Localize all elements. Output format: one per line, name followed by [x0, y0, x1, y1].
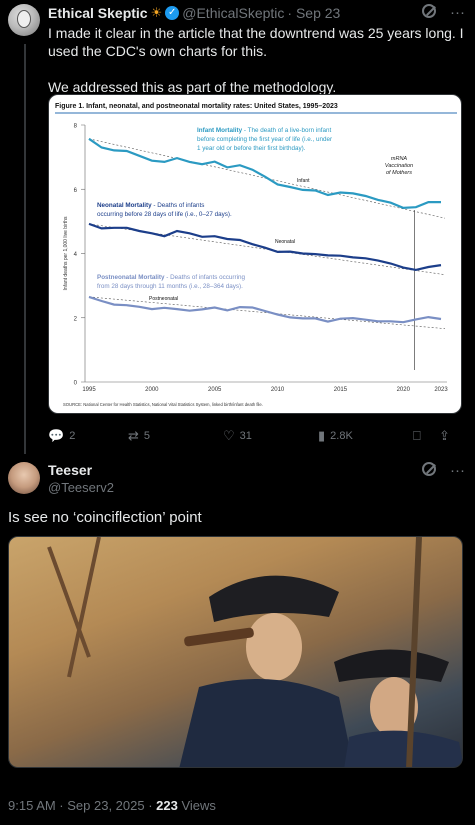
sun-emoji-icon: ☀ — [150, 5, 163, 20]
like-count: 31 — [239, 430, 252, 442]
chart-source: SOURCE: National Center for Health Stati… — [63, 402, 263, 407]
views-count: 223 — [156, 798, 178, 813]
infant-annotation-2: 1 year old or before their first birthda… — [197, 145, 306, 152]
postneonatal-annotation-0: Postneonatal Mortality - Deaths of infan… — [97, 274, 246, 281]
reply-count: 2 — [69, 430, 76, 442]
y-tick-label: 8 — [74, 124, 78, 130]
mrna-label-3: of Mothers — [386, 170, 412, 176]
more-options-icon[interactable]: ··· — [450, 462, 465, 479]
x-tick-label: 2005 — [208, 387, 222, 393]
avatar[interactable] — [8, 462, 40, 494]
verified-badge-icon: ✓ — [165, 6, 180, 20]
chart-title: Figure 1. Infant, neonatal, and postneon… — [55, 103, 338, 110]
postneonatal-annotation-1: from 28 days through 11 months (i.e., 28… — [97, 283, 243, 290]
bookmark-icon: ⎕ — [413, 428, 421, 443]
repost-icon: ⇄ — [128, 428, 139, 443]
like-button[interactable]: ♡ 31 — [223, 428, 318, 444]
share-button[interactable]: ⇪ — [439, 428, 450, 444]
x-tick-label: 2020 — [397, 387, 411, 393]
repost-count: 5 — [143, 430, 151, 442]
grok-icon[interactable] — [422, 4, 436, 18]
tweet-text: I made it clear in the article that the … — [48, 25, 464, 95]
y-tick-label: 0 — [74, 381, 78, 387]
tweet-top-icons: ··· — [422, 462, 465, 479]
mrna-label-2: Vaccination — [385, 163, 413, 169]
painting-illustration — [47, 537, 462, 767]
views-label: Views — [177, 798, 216, 813]
repost-button[interactable]: ⇄ 5 — [128, 428, 223, 444]
reply-icon: 💬 — [48, 428, 65, 443]
timestamp-text: 9:15 AM · Sep 23, 2025 · — [8, 798, 157, 813]
series-label-postneonatal: Postneonatal — [149, 296, 178, 302]
bar-chart-icon: ▮ — [318, 428, 326, 443]
series-label-neonatal: Neonatal — [275, 239, 295, 245]
tweet-text: Is see no ‘coinciflection’ point — [8, 509, 202, 526]
chart-image[interactable]: Figure 1. Infant, neonatal, and postneon… — [48, 94, 462, 414]
trend-line-postneonatal — [88, 296, 446, 329]
thread-line — [24, 44, 26, 454]
x-tick-label: 1995 — [82, 387, 96, 393]
views-button[interactable]: ▮ 2.8K — [318, 428, 413, 444]
y-tick-label: 6 — [74, 188, 78, 194]
mortality-chart: Figure 1. Infant, neonatal, and postneon… — [55, 103, 457, 407]
series-line-postneonatal — [88, 295, 442, 324]
neonatal-annotation-1: occurring before 28 days of life (i.e., … — [97, 211, 232, 218]
infant-annotation-0: Infant Mortality - The death of a live-b… — [197, 127, 332, 134]
post-date[interactable]: · Sep 23 — [287, 5, 340, 21]
display-name[interactable]: Ethical Skeptic — [48, 5, 148, 21]
bookmark-button[interactable]: ⎕ — [413, 428, 439, 444]
painting-image[interactable] — [8, 536, 463, 768]
more-options-icon[interactable]: ··· — [450, 4, 465, 21]
display-name[interactable]: Teeser — [48, 462, 92, 478]
y-axis-label: Infant deaths per 1,000 live births — [63, 216, 69, 290]
y-tick-label: 4 — [74, 252, 78, 258]
handle[interactable]: @EthicalSkeptic — [182, 5, 284, 21]
reply-button[interactable]: 💬 2 — [48, 428, 128, 444]
heart-icon: ♡ — [223, 428, 235, 443]
x-tick-label: 2010 — [271, 387, 285, 393]
y-tick-label: 2 — [74, 316, 78, 322]
x-tick-label: 2000 — [145, 387, 159, 393]
series-line-neonatal — [88, 222, 442, 272]
avatar[interactable] — [8, 4, 40, 36]
views-count: 2.8K — [330, 430, 353, 442]
x-tick-label: 2015 — [334, 387, 348, 393]
neonatal-annotation-0: Neonatal Mortality - Deaths of infants — [97, 202, 204, 209]
infant-annotation-1: before completing the first year of life… — [197, 136, 332, 143]
x-tick-label: 2023 — [434, 387, 448, 393]
post-timestamp[interactable]: 9:15 AM · Sep 23, 2025 · 223 Views — [8, 798, 216, 813]
handle[interactable]: @Teeserv2 — [48, 480, 114, 495]
grok-icon[interactable] — [422, 462, 436, 476]
mrna-label-1: mRNA — [391, 156, 408, 162]
series-label-infant: Infant — [297, 178, 310, 184]
share-icon: ⇪ — [439, 428, 450, 443]
tweet-header: Ethical Skeptic ☀ ✓ @EthicalSkeptic · Se… — [48, 5, 340, 21]
action-bar: 💬 2 ⇄ 5 ♡ 31 ▮ 2.8K ⎕ ⇪ — [48, 428, 466, 444]
tweet-top-icons: ··· — [422, 4, 465, 21]
